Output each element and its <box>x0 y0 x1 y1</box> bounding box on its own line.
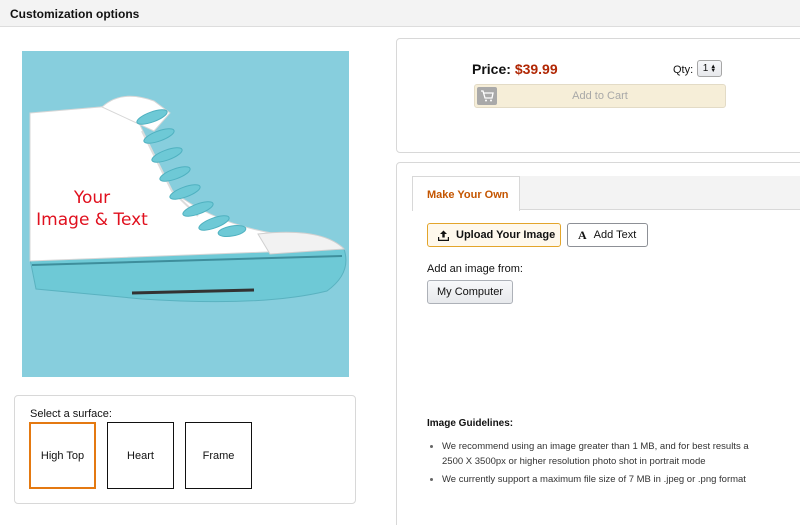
image-guidelines-list: We recommend using an image greater than… <box>430 439 770 490</box>
page-title: Customization options <box>10 7 140 21</box>
upload-image-button[interactable]: Upload Your Image <box>427 223 561 247</box>
surface-option-label: Heart <box>127 449 154 462</box>
add-text-button[interactable]: A Add Text <box>567 223 648 247</box>
page-header: Customization options <box>0 0 800 27</box>
up-down-arrows-icon: ▲ ▼ <box>710 63 717 74</box>
add-text-label: Add Text <box>593 229 637 241</box>
tab-strip: Make Your Own <box>412 176 800 211</box>
sneaker-image: Your Image & Text <box>22 51 349 377</box>
surface-option-label: Frame <box>202 449 235 462</box>
qty-label: Qty: <box>673 64 694 76</box>
qty-value: 1 <box>702 63 709 74</box>
my-computer-button[interactable]: My Computer <box>427 280 513 304</box>
surface-option-label: High Top <box>40 449 85 462</box>
list-item: We currently support a maximum file size… <box>430 472 770 487</box>
surface-selector: Select a surface: High Top Heart Frame <box>14 395 356 504</box>
surface-option-high-top[interactable]: High Top <box>29 422 96 489</box>
list-item: We recommend using an image greater than… <box>430 439 770 469</box>
add-image-from-label: Add an image from: <box>427 263 523 275</box>
upload-icon <box>438 230 449 241</box>
surface-option-frame[interactable]: Frame <box>185 422 252 489</box>
price: Price: $39.99 <box>472 61 558 77</box>
price-label: Price: <box>472 61 511 77</box>
overlay-text-line1: Your <box>73 188 110 208</box>
surface-option-heart[interactable]: Heart <box>107 422 174 489</box>
add-to-cart-label: Add to Cart <box>572 90 628 102</box>
qty-select[interactable]: 1 ▲ ▼ <box>697 60 722 77</box>
purchase-panel: Price: $39.99 Qty: 1 ▲ ▼ Add to Cart <box>396 38 800 153</box>
customization-panel: Make Your Own Upload Your Image A Add Te… <box>396 162 800 525</box>
surface-label: Select a surface: <box>30 408 112 420</box>
tab-make-your-own[interactable]: Make Your Own <box>412 176 520 211</box>
upload-image-label: Upload Your Image <box>456 229 556 241</box>
product-preview: Your Image & Text <box>22 51 349 377</box>
image-guidelines-title: Image Guidelines: <box>427 418 514 429</box>
my-computer-label: My Computer <box>436 286 504 298</box>
text-a-icon: A <box>578 227 587 242</box>
overlay-text-line2: Image & Text <box>36 210 148 230</box>
add-to-cart-button[interactable]: Add to Cart <box>474 84 726 108</box>
price-value: $39.99 <box>514 61 558 77</box>
